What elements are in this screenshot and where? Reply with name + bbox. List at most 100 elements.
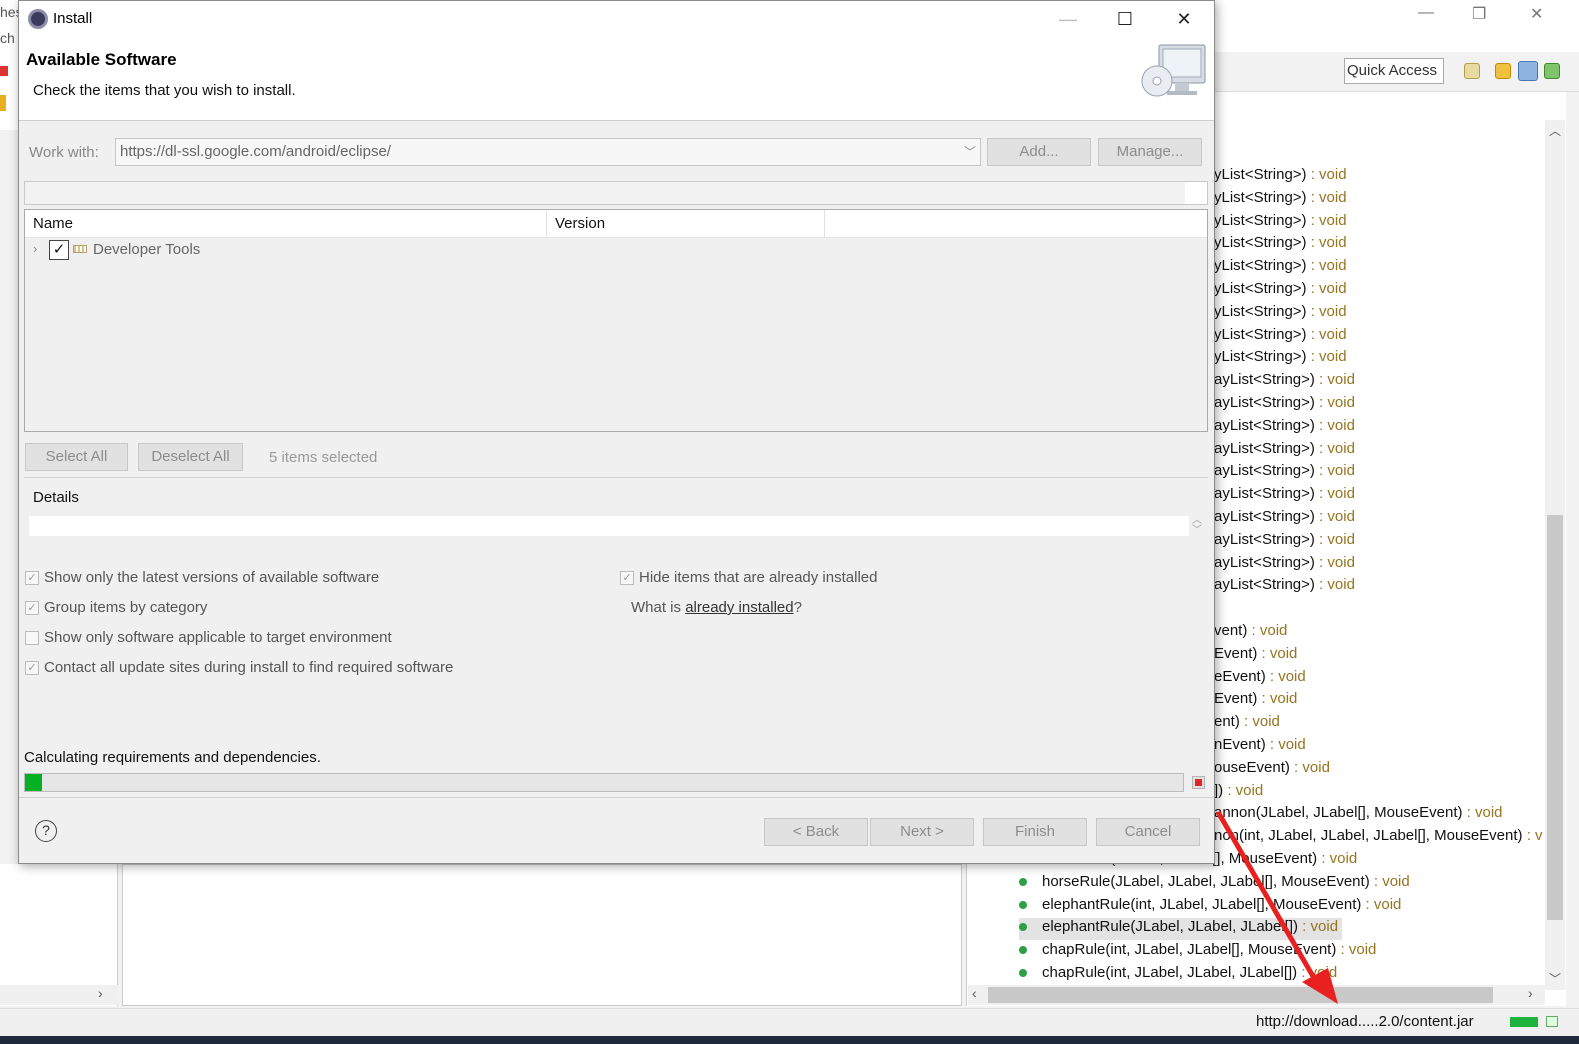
- outline-method-row[interactable]: yList<String>) : void: [1214, 348, 1347, 370]
- outline-method-row[interactable]: Event) : void: [1214, 645, 1297, 667]
- public-method-icon: [1019, 900, 1027, 909]
- outline-method-row[interactable]: ouseEvent) : void: [1214, 759, 1330, 781]
- outline-method-row[interactable]: non(int, JLabel, JLabel, JLabel[], Mouse…: [1214, 827, 1543, 849]
- outline-method-row[interactable]: ayList<String>) : void: [1214, 462, 1355, 484]
- outline-method-row[interactable]: ent) : void: [1214, 713, 1280, 735]
- return-type: : void: [1314, 371, 1355, 389]
- manage-button[interactable]: Manage...: [1098, 138, 1202, 166]
- outline-method-row[interactable]: yList<String>) : void: [1214, 303, 1347, 325]
- chevron-down-icon[interactable]: ﹀: [964, 143, 976, 160]
- select-all-button[interactable]: Select All: [25, 443, 128, 471]
- java-perspective-icon[interactable]: [1518, 61, 1538, 81]
- open-perspective-icon[interactable]: [1464, 63, 1480, 79]
- scroll-right-icon[interactable]: ›: [98, 985, 103, 1001]
- outline-method-row[interactable]: ]) : void: [1214, 782, 1263, 804]
- back-button[interactable]: < Back: [764, 818, 868, 846]
- method-signature: yList<String>): [1214, 234, 1307, 252]
- quick-access-field[interactable]: Quick Access: [1344, 58, 1444, 84]
- group-by-category-checkbox[interactable]: ✓: [25, 601, 39, 615]
- chevron-right-icon[interactable]: ›: [33, 241, 37, 256]
- already-installed-link[interactable]: already installed: [685, 599, 793, 616]
- outline-method-row[interactable]: ayList<String>) : void: [1214, 371, 1355, 393]
- minimize-icon[interactable]: —: [1045, 5, 1091, 33]
- outline-method-row[interactable]: yList<String>) : void: [1214, 280, 1347, 302]
- outline-method-row[interactable]: ayList<String>) : void: [1214, 485, 1355, 507]
- debug-perspective-icon[interactable]: [1544, 63, 1560, 79]
- column-version[interactable]: Version: [547, 210, 825, 238]
- public-method-icon: [1019, 946, 1027, 955]
- method-signature: elephantRule(int, JLabel, JLabel[], Mous…: [1042, 895, 1362, 913]
- outline-method-row[interactable]: nEvent) : void: [1214, 736, 1306, 758]
- finish-button[interactable]: Finish: [983, 818, 1087, 846]
- outline-method-row[interactable]: ayList<String>) : void: [1214, 554, 1355, 576]
- status-progress-bar[interactable]: [1510, 1017, 1538, 1027]
- wizard-header: Available Software Check the items that …: [19, 37, 1214, 121]
- deselect-all-button[interactable]: Deselect All: [138, 443, 243, 471]
- outline-method-row[interactable]: ayList<String>) : void: [1214, 394, 1355, 416]
- outline-method-row[interactable]: horseRule(JLabel, JLabel, JLabel[], Mous…: [1019, 873, 1410, 895]
- details-scroll-icon[interactable]: ︿ ﹀: [1190, 516, 1204, 540]
- outline-method-row[interactable]: ayList<String>) : void: [1214, 508, 1355, 530]
- run-icon[interactable]: [0, 66, 8, 76]
- outline-method-row[interactable]: elephantRule(int, JLabel, JLabel[], Mous…: [1019, 896, 1401, 918]
- outline-method-row[interactable]: chapRule(int, JLabel, JLabel, JLabel[]) …: [1019, 964, 1337, 986]
- minimize-icon[interactable]: —: [1418, 4, 1434, 22]
- work-with-combo[interactable]: https://dl-ssl.google.com/android/eclips…: [115, 138, 981, 166]
- method-signature: ayList<String>): [1214, 394, 1315, 411]
- outline-method-row[interactable]: Event) : void: [1214, 690, 1297, 712]
- help-icon[interactable]: ?: [35, 820, 57, 842]
- next-button[interactable]: Next >: [870, 818, 974, 846]
- outline-method-row[interactable]: ayList<String>) : void: [1214, 576, 1355, 598]
- column-name[interactable]: Name: [25, 210, 547, 238]
- target-environment-checkbox[interactable]: [25, 631, 39, 645]
- dialog-titlebar[interactable]: Install — ☐ ✕: [19, 1, 1214, 37]
- add-button[interactable]: Add...: [987, 138, 1091, 166]
- dialog-title: Install: [53, 10, 93, 27]
- outline-method-row[interactable]: ayList<String>) : void: [1214, 417, 1355, 439]
- public-method-icon: [1019, 969, 1027, 978]
- tree-item-developer-tools[interactable]: › ✓ Developer Tools: [25, 238, 1207, 262]
- return-type: : void: [1336, 941, 1377, 959]
- outline-method-row[interactable]: vent) : void: [1214, 622, 1287, 644]
- outline-method-row[interactable]: yList<String>) : void: [1214, 234, 1347, 256]
- scroll-left-icon[interactable]: ‹: [972, 985, 977, 1001]
- outline-method-row[interactable]: yList<String>) : void: [1214, 212, 1347, 234]
- filter-input[interactable]: [24, 181, 1208, 205]
- outline-vertical-scrollbar[interactable]: ︿ ﹀: [1545, 120, 1565, 990]
- left-horizontal-scrollbar[interactable]: ›: [0, 985, 118, 1005]
- outline-scroll-thumb[interactable]: [1547, 515, 1563, 920]
- maximize-icon[interactable]: ☐: [1102, 5, 1148, 33]
- outline-method-row[interactable]: yList<String>) : void: [1214, 257, 1347, 279]
- already-prefix: What is: [631, 599, 686, 616]
- hide-installed-checkbox[interactable]: ✓: [620, 571, 634, 585]
- close-icon[interactable]: ✕: [1530, 4, 1543, 24]
- outline-method-row[interactable]: eEvent) : void: [1214, 668, 1306, 690]
- outline-method-row[interactable]: yList<String>) : void: [1214, 189, 1347, 211]
- close-icon[interactable]: ✕: [1161, 5, 1207, 33]
- cancel-button[interactable]: Cancel: [1096, 818, 1200, 846]
- java-ee-perspective-icon[interactable]: [1495, 63, 1511, 79]
- restore-icon[interactable]: ❐: [1472, 4, 1486, 24]
- folder-icon[interactable]: [0, 95, 6, 111]
- outline-method-row[interactable]: chapRule(int, JLabel, JLabel[], MouseEve…: [1019, 941, 1376, 963]
- developer-tools-checkbox[interactable]: ✓: [49, 240, 69, 260]
- outline-horizontal-scrollbar[interactable]: ‹ ›: [968, 985, 1545, 1005]
- progress-view-icon[interactable]: [1546, 1016, 1558, 1027]
- stop-icon[interactable]: [1192, 776, 1205, 789]
- outline-method-row[interactable]: yList<String>) : void: [1214, 326, 1347, 348]
- outline-method-row[interactable]: annon(JLabel, JLabel[], MouseEvent) : vo…: [1214, 804, 1503, 826]
- scroll-up-icon[interactable]: ︿: [1549, 122, 1561, 139]
- outline-hscroll-thumb[interactable]: [988, 987, 1493, 1003]
- contact-sites-checkbox[interactable]: ✓: [25, 661, 39, 675]
- latest-versions-checkbox[interactable]: ✓: [25, 571, 39, 585]
- outline-method-row[interactable]: ayList<String>) : void: [1214, 531, 1355, 553]
- editor-area[interactable]: [122, 864, 962, 1006]
- outline-method-row[interactable]: ayList<String>) : void: [1214, 440, 1355, 462]
- return-type: : void: [1265, 736, 1306, 753]
- outline-method-row[interactable]: yList<String>) : void: [1214, 166, 1347, 188]
- outline-method-row[interactable]: elephantRule(JLabel, JLabel, JLabel[]) :…: [1019, 918, 1343, 941]
- method-signature: horseRule(JLabel, JLabel, JLabel[], Mous…: [1042, 872, 1370, 890]
- software-table: Name Version › ✓ Developer Tools: [24, 209, 1208, 432]
- scroll-right-icon[interactable]: ›: [1528, 985, 1533, 1001]
- scroll-down-icon[interactable]: ﹀: [1549, 970, 1561, 987]
